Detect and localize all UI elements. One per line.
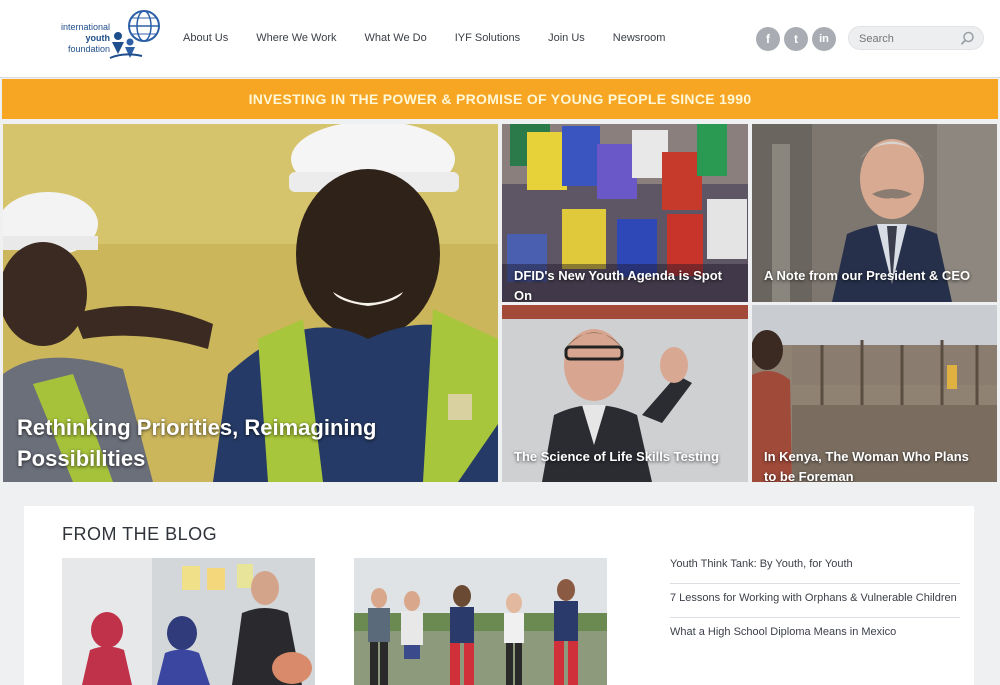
search-input[interactable] — [859, 31, 959, 46]
blog-link[interactable]: 7 Lessons for Working with Orphans & Vul… — [670, 584, 960, 618]
twitter-icon[interactable]: t — [784, 27, 808, 51]
feature-tile-main[interactable]: Rethinking Priorities, Reimagining Possi… — [3, 124, 498, 482]
nav-item-join-us[interactable]: Join Us — [548, 32, 585, 44]
site-logo[interactable]: international youth foundation — [40, 8, 164, 64]
feature-tile-kenya-title: In Kenya, The Woman Who Plans to be Fore… — [764, 449, 969, 482]
blog-photo-meeting — [62, 558, 315, 685]
search-box — [848, 26, 984, 50]
feature-tile-life-skills[interactable]: The Science of Life Skills Testing — [502, 305, 748, 482]
nav-item-newsroom[interactable]: Newsroom — [613, 32, 666, 44]
main-nav: About Us Where We Work What We Do IYF So… — [183, 32, 693, 44]
social-links: f t in — [756, 27, 836, 51]
blog-link[interactable]: Youth Think Tank: By Youth, for Youth — [670, 550, 960, 584]
linkedin-icon[interactable]: in — [812, 27, 836, 51]
tagline-banner: INVESTING IN THE POWER & PROMISE OF YOUN… — [2, 79, 998, 119]
blog-link[interactable]: What a High School Diploma Means in Mexi… — [670, 618, 960, 651]
page: international youth foundation About Us … — [0, 0, 1000, 685]
logo-text: international youth foundation — [40, 22, 110, 55]
feature-tile-dfid[interactable]: DFID's New Youth Agenda is Spot On — [502, 124, 748, 302]
blog-section: FROM THE BLOG Youth Think Tank: By Youth… — [24, 506, 974, 685]
blog-post-image-1[interactable] — [62, 558, 315, 685]
nav-item-about-us[interactable]: About Us — [183, 32, 228, 44]
feature-tile-main-title: Rethinking Priorities, Reimagining Possi… — [17, 415, 377, 471]
feature-tile-kenya[interactable]: In Kenya, The Woman Who Plans to be Fore… — [752, 305, 997, 482]
feature-tile-life-skills-title: The Science of Life Skills Testing — [514, 449, 719, 464]
tagline-text: INVESTING IN THE POWER & PROMISE OF YOUN… — [248, 91, 752, 107]
facebook-icon[interactable]: f — [756, 27, 780, 51]
logo-line-1: international — [60, 22, 110, 32]
feature-tile-dfid-title: DFID's New Youth Agenda is Spot On — [514, 268, 722, 302]
blog-photo-youth-game — [354, 558, 607, 685]
search-icon[interactable] — [960, 31, 975, 46]
blog-post-image-2[interactable] — [354, 558, 607, 685]
nav-item-what-we-do[interactable]: What We Do — [365, 32, 427, 44]
logo-line-2: youth — [85, 33, 111, 43]
blog-link-list: Youth Think Tank: By Youth, for Youth 7 … — [670, 550, 960, 651]
feature-tile-president-title: A Note from our President & CEO — [764, 268, 971, 283]
blog-heading: FROM THE BLOG — [62, 524, 218, 544]
site-header: international youth foundation About Us … — [0, 0, 1000, 78]
nav-item-iyf-solutions[interactable]: IYF Solutions — [455, 32, 520, 44]
globe-logo-icon — [109, 10, 160, 59]
feature-tile-president[interactable]: A Note from our President & CEO — [752, 124, 997, 302]
nav-item-where-we-work[interactable]: Where We Work — [256, 32, 336, 44]
logo-line-3: foundation — [67, 44, 110, 54]
